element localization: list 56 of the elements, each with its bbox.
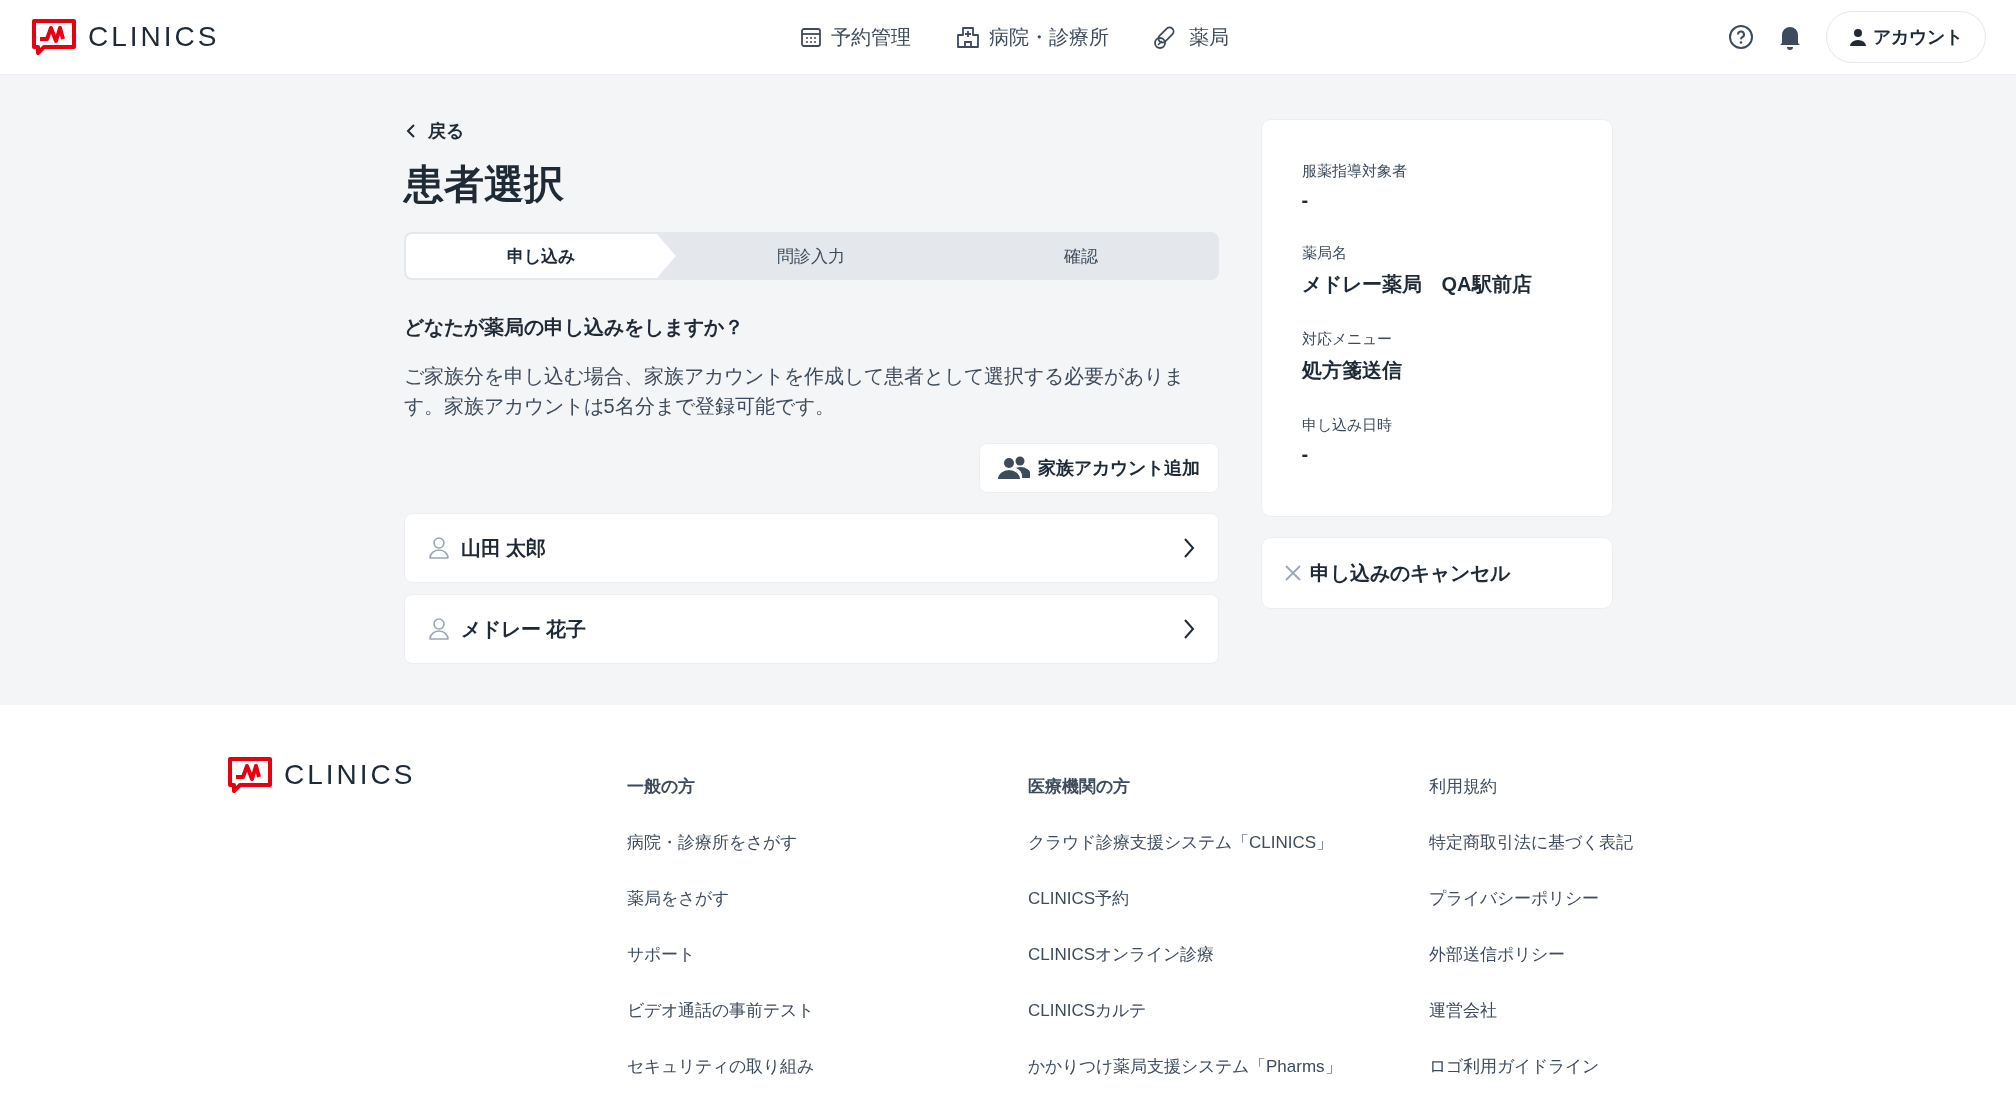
- footer-link[interactable]: プライバシーポリシー: [1429, 887, 1599, 910]
- footer-link[interactable]: 薬局をさがす: [627, 887, 729, 910]
- patient-row[interactable]: メドレー 花子: [403, 594, 1219, 664]
- logo-icon: [226, 755, 274, 795]
- logo-text: CLINICS: [88, 21, 220, 53]
- person-icon: [1849, 28, 1867, 46]
- page-title: 患者選択: [403, 161, 565, 208]
- question-heading: どなたが薬局の申し込みをしますか？: [403, 315, 745, 340]
- help-icon[interactable]: [1728, 24, 1754, 50]
- footer-link[interactable]: クラウド診療支援システム「CLINICS」: [1028, 831, 1334, 854]
- description-text: ご家族分を申し込む場合、家族アカウントを作成して患者として選択する必要があります。家族アカウントは5名分まで登録可能です。: [403, 364, 1185, 419]
- chevron-right-icon: [1181, 618, 1196, 640]
- field-value: メドレー薬局 QA駅前店: [1301, 272, 1533, 297]
- people-icon: [997, 456, 1030, 480]
- footer-link[interactable]: ロゴ利用ガイドライン: [1429, 1055, 1599, 1078]
- footer-link[interactable]: ビデオ通話の事前テスト: [627, 999, 814, 1022]
- step-label: 確認: [1063, 245, 1100, 268]
- footer-link[interactable]: 運営会社: [1429, 999, 1497, 1022]
- patient-row[interactable]: 山田 太郎: [403, 513, 1219, 583]
- field-label: 服薬指導対象者: [1301, 162, 1408, 181]
- add-family-button[interactable]: 家族アカウント追加: [978, 443, 1219, 493]
- footer-heading: 一般の方: [627, 776, 696, 798]
- person-outline-icon: [426, 536, 451, 560]
- field-value: -: [1301, 189, 1310, 212]
- field-label: 申し込み日時: [1301, 416, 1393, 435]
- field-label: 対応メニュー: [1301, 330, 1393, 349]
- cancel-button[interactable]: 申し込みのキャンセル: [1260, 537, 1613, 609]
- back-link[interactable]: 戻る: [403, 119, 464, 143]
- person-outline-icon: [426, 617, 451, 641]
- footer-link[interactable]: 外部送信ポリシー: [1429, 943, 1565, 966]
- step-label: 問診入力: [776, 245, 846, 268]
- account-button[interactable]: アカウント: [1826, 11, 1986, 63]
- footer-link[interactable]: 病院・診療所をさがす: [627, 831, 797, 854]
- hospital-icon: [955, 25, 982, 49]
- footer-link[interactable]: 特定商取引法に基づく表記: [1429, 831, 1633, 854]
- footer-heading: 医療機関の方: [1028, 776, 1131, 798]
- footer-link[interactable]: CLINICS予約: [1028, 887, 1130, 910]
- logo-text: CLINICS: [284, 759, 416, 791]
- chevron-right-icon: [1181, 537, 1196, 559]
- footer-link[interactable]: 利用規約: [1429, 775, 1497, 798]
- close-icon: [1283, 564, 1302, 582]
- nav-link[interactable]: 病院・診療所: [955, 23, 1110, 51]
- calendar-icon: [799, 25, 824, 49]
- footer-link[interactable]: かかりつけ薬局支援システム「Pharms」: [1028, 1055, 1342, 1078]
- field-label: 薬局名: [1301, 244, 1348, 263]
- field-value: 処方箋送信: [1301, 358, 1403, 383]
- bell-icon[interactable]: [1778, 24, 1802, 50]
- footer-link[interactable]: セキュリティの取り組み: [627, 1055, 814, 1078]
- nav-link[interactable]: 薬局: [1153, 23, 1230, 51]
- footer-link[interactable]: サポート: [627, 943, 695, 966]
- nav-link[interactable]: 予約管理: [799, 23, 912, 51]
- footer-link[interactable]: CLINICSオンライン診療: [1028, 943, 1215, 966]
- field-value: -: [1301, 443, 1310, 466]
- logo-icon: [30, 17, 78, 57]
- footer-link[interactable]: CLINICSカルテ: [1028, 999, 1147, 1022]
- step-label: 申し込み: [405, 234, 676, 278]
